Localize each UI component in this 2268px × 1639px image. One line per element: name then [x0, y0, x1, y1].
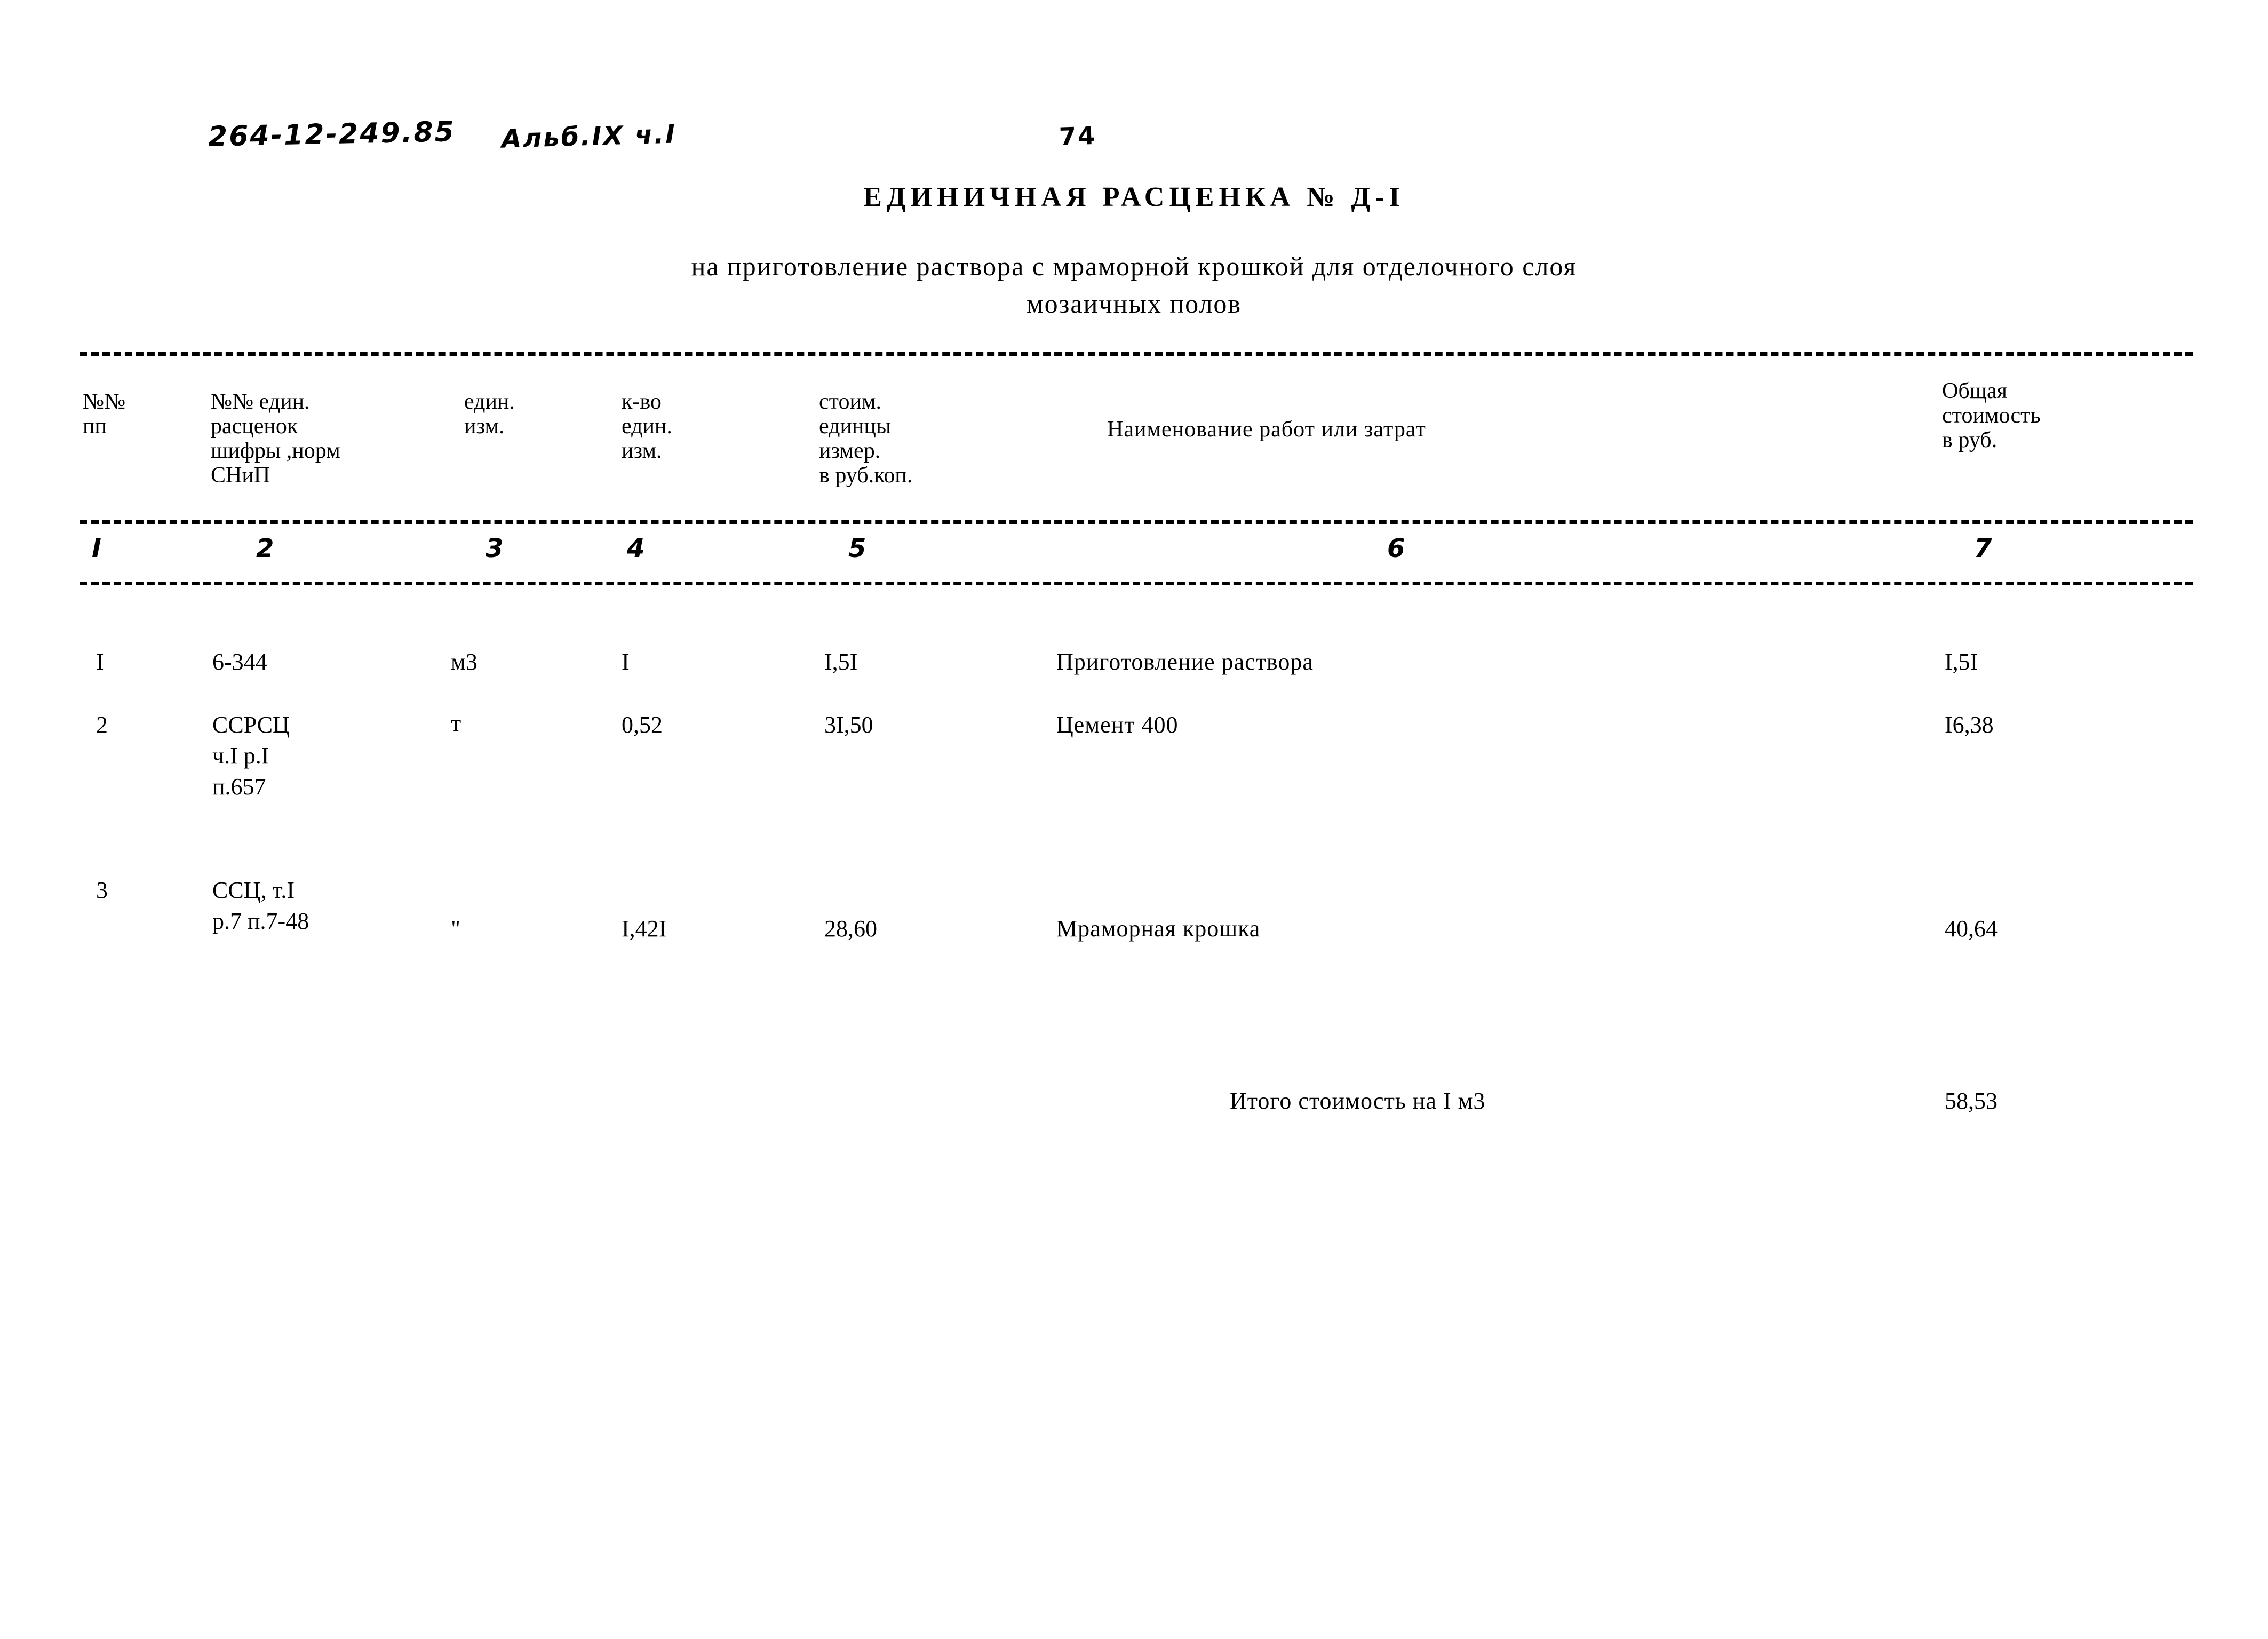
table-rule-top [80, 352, 2193, 356]
table-row: I,5I [1945, 649, 1978, 675]
table-row: I6,38 [1945, 712, 1994, 738]
table-row: I,5I [824, 649, 858, 675]
table-row: ССРСЦ ч.I р.I п.657 [212, 712, 290, 800]
table-row: 28,60 [824, 916, 877, 942]
column-number-5: 5 [848, 534, 866, 563]
handwritten-album-reference: Альб.IX ч.I [501, 119, 677, 154]
column-header-name: Наименование работ или затрат [1107, 417, 1426, 442]
column-header-index: №№ пп [83, 389, 126, 439]
table-row: Мраморная крошка [1056, 916, 1261, 942]
table-row: т [451, 710, 461, 736]
table-row: Приготовление раствора [1056, 649, 1314, 675]
table-row: 0,52 [622, 712, 663, 738]
table-row: 40,64 [1945, 916, 1998, 942]
column-header-total: Общая стоимость в руб. [1942, 379, 2041, 452]
column-header-quantity: к-во един. изм. [622, 389, 672, 463]
column-number-6: 6 [1387, 534, 1405, 563]
table-row: I [96, 649, 104, 675]
table-rule-middle [80, 520, 2193, 524]
column-header-unit: един. изм. [464, 389, 515, 439]
table-row: м3 [451, 649, 478, 675]
table-row: ССЦ, т.I р.7 п.7-48 [212, 877, 309, 934]
column-number-7: 7 [1974, 534, 1992, 563]
document-page: 264-12-249.85 Альб.IX ч.I 74 ЕДИНИЧНАЯ Р… [0, 0, 2268, 1639]
table-row: 6-344 [212, 649, 267, 675]
column-number-4: 4 [627, 534, 645, 563]
page-subtitle-line-2: мозаичных полов [1026, 289, 1242, 319]
page-subtitle-line-1: на приготовление раствора с мраморной кр… [691, 251, 1577, 281]
table-rule-bottom [80, 582, 2193, 585]
total-label: Итого стоимость на I м3 [1230, 1088, 1486, 1114]
handwritten-page-number: 74 [1059, 121, 1097, 152]
handwritten-document-code: 264-12-249.85 [208, 116, 456, 153]
table-row: 2 [96, 712, 108, 738]
table-row: 3I,50 [824, 712, 873, 738]
table-row: " [451, 916, 460, 942]
table-row: I,42I [622, 916, 667, 942]
table-row: I [622, 649, 630, 675]
table-row: 3 [96, 877, 108, 903]
column-number-2: 2 [256, 534, 274, 563]
column-number-1: I [92, 534, 101, 563]
total-value: 58,53 [1945, 1088, 1998, 1114]
page-title: ЕДИНИЧНАЯ РАСЦЕНКА № Д-I [863, 182, 1405, 212]
table-row: Цемент 400 [1056, 712, 1179, 738]
column-header-code: №№ един. расценок шифры ,норм СНиП [211, 389, 340, 488]
column-number-3: 3 [486, 534, 504, 563]
column-header-unit-price: стоим. единцы измер. в руб.коп. [819, 389, 913, 488]
